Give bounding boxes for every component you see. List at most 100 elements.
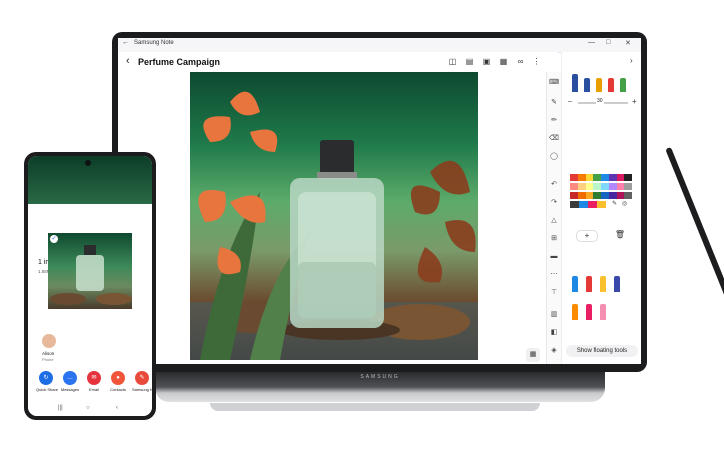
show-floating-tools-button[interactable]: Show floating tools	[566, 345, 638, 357]
color-swatch[interactable]	[585, 174, 594, 181]
window-back-icon[interactable]: ←	[122, 39, 129, 46]
increase-size-icon[interactable]: +	[632, 97, 637, 106]
contact-avatar[interactable]	[42, 334, 56, 348]
page-options-button[interactable]: ▦	[526, 348, 540, 362]
color-swatch[interactable]	[593, 174, 601, 181]
color-swatch[interactable]	[616, 192, 625, 199]
back-nav-icon[interactable]: ‹	[116, 405, 118, 411]
text-icon[interactable]: ⊞	[549, 234, 559, 244]
color-swatch[interactable]	[601, 183, 609, 190]
app-quick-share[interactable]: ↻ Quick Share	[36, 371, 59, 392]
perfume-thumbnail	[50, 245, 132, 305]
color-swatch[interactable]	[579, 201, 588, 208]
front-camera	[85, 160, 91, 166]
highlighter-icon[interactable]: ✏	[549, 116, 559, 126]
image-icon[interactable]: ▣	[482, 57, 491, 66]
phone-screen: 1 image 1.55MB Location data Exclude ✓ A…	[28, 156, 152, 416]
color-swatch[interactable]	[577, 192, 586, 199]
format-icon[interactable]: ⋯	[549, 270, 559, 280]
messages-icon: …	[63, 371, 77, 385]
color-swatch[interactable]	[624, 174, 632, 181]
decrease-size-icon[interactable]: –	[568, 98, 572, 105]
fill-icon[interactable]: ◈	[549, 346, 559, 356]
lasso-icon[interactable]: ◯	[549, 152, 559, 162]
app-contacts[interactable]: ● Contacts	[108, 371, 128, 392]
collapse-panel-icon[interactable]: ›	[630, 56, 633, 65]
color-swatch[interactable]	[624, 183, 632, 190]
book-view-icon[interactable]: ◫	[448, 57, 457, 66]
eyedropper-icon[interactable]: ✎	[612, 200, 617, 207]
pen-icon[interactable]: ✎	[549, 98, 559, 108]
favorite-pen-3[interactable]	[600, 276, 606, 292]
color-swatch[interactable]	[570, 174, 578, 181]
template-icon[interactable]: ▦	[499, 57, 508, 66]
color-swatch[interactable]	[570, 183, 578, 190]
color-row-3[interactable]	[570, 192, 632, 199]
color-swatch[interactable]	[601, 192, 609, 199]
color-swatch[interactable]	[608, 192, 617, 199]
view-icon[interactable]: ▥	[549, 310, 559, 320]
color-row-1[interactable]	[570, 174, 632, 181]
keyboard-icon[interactable]: ⌨	[549, 78, 559, 88]
shape-icon[interactable]: △	[549, 216, 559, 226]
color-swatch[interactable]	[597, 201, 606, 208]
app-messages[interactable]: … Messages	[60, 371, 80, 392]
color-swatch[interactable]	[570, 192, 578, 199]
color-row-2[interactable]	[570, 183, 632, 190]
layers-icon[interactable]: ◧	[549, 328, 559, 338]
back-icon[interactable]: ‹	[126, 55, 130, 67]
pen-type-brush[interactable]	[608, 78, 614, 92]
app-label: Quick Share	[36, 387, 59, 392]
color-swatch[interactable]	[593, 183, 601, 190]
add-pen-button[interactable]: +	[576, 230, 598, 242]
maximize-icon[interactable]: □	[606, 39, 610, 46]
ruler-icon[interactable]: ▬	[549, 252, 559, 262]
close-icon[interactable]: ✕	[625, 39, 631, 47]
pen-type-pencil[interactable]	[596, 78, 602, 92]
favorite-pen-4[interactable]	[614, 276, 620, 292]
minimize-icon[interactable]: —	[588, 39, 595, 46]
attach-icon[interactable]: ∞	[516, 57, 525, 66]
color-swatch[interactable]	[616, 174, 625, 181]
delete-icon[interactable]: 🗑	[610, 230, 630, 240]
color-swatch[interactable]	[588, 201, 597, 208]
pen-type-marker[interactable]	[620, 78, 626, 92]
window-title-bar: ← Samsung Note — □ ✕	[118, 38, 641, 53]
color-swatch[interactable]	[585, 183, 594, 190]
share-thumbnail[interactable]: ✓	[48, 233, 132, 309]
favorite-pen-2[interactable]	[586, 276, 592, 292]
size-value: 30	[596, 98, 604, 104]
eraser-icon[interactable]: ⌫	[549, 134, 559, 144]
color-swatch[interactable]	[608, 183, 617, 190]
contact-name: Alison	[42, 351, 55, 356]
undo-icon[interactable]: ↶	[549, 180, 559, 190]
color-swatch[interactable]	[577, 174, 586, 181]
color-swatch[interactable]	[624, 192, 632, 199]
color-swatch[interactable]	[577, 183, 586, 190]
favorite-pen-7[interactable]	[600, 304, 606, 320]
favorite-pen-1[interactable]	[572, 276, 578, 292]
color-row-4[interactable]	[570, 201, 606, 208]
color-swatch[interactable]	[608, 174, 617, 181]
color-swatch[interactable]	[585, 192, 594, 199]
redo-icon[interactable]: ↷	[549, 198, 559, 208]
selected-check-icon[interactable]: ✓	[50, 235, 58, 243]
home-icon[interactable]: ○	[86, 405, 90, 411]
color-swatch[interactable]	[570, 201, 579, 208]
more-options-icon[interactable]: ⋮	[532, 57, 541, 66]
pages-icon[interactable]: ▤	[465, 57, 474, 66]
favorite-pen-6[interactable]	[586, 304, 592, 320]
app-samsung-notes[interactable]: ✎ Samsung Notes	[132, 371, 152, 392]
color-swatch[interactable]	[593, 192, 601, 199]
color-swatch[interactable]	[616, 183, 625, 190]
favorite-pen-5[interactable]	[572, 304, 578, 320]
color-swatch[interactable]	[601, 174, 609, 181]
app-label: Samsung Notes	[132, 387, 152, 392]
color-wheel-icon[interactable]: ◎	[622, 200, 627, 207]
pen-type-fountain[interactable]	[572, 74, 578, 92]
pen-type-ballpoint[interactable]	[584, 78, 590, 92]
note-canvas-image[interactable]	[190, 72, 478, 360]
app-email[interactable]: ✉ Email	[84, 371, 104, 392]
insert-icon[interactable]: ⊤	[549, 288, 559, 298]
recents-icon[interactable]: |||	[58, 405, 63, 411]
